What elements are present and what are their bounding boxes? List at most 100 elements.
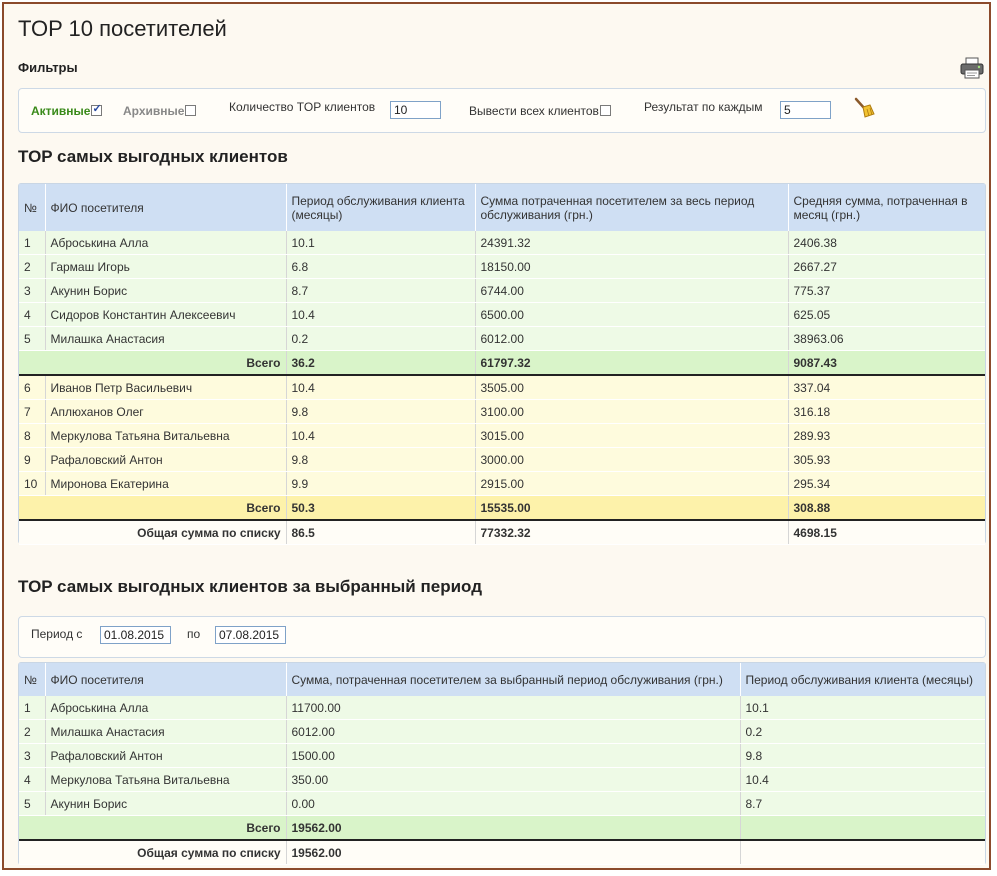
monthly-average: 775.37 xyxy=(788,278,985,303)
col-header-number: № xyxy=(19,663,46,696)
total-sum: 19562.00 xyxy=(286,840,741,865)
per-result-input[interactable] xyxy=(780,101,831,119)
col-header-avg: Средняя сумма, потраченная в месяц (грн.… xyxy=(788,184,985,231)
period-panel: Период с по xyxy=(18,616,986,658)
table-row: 1 Аброськина Алла 11700.00 10.1 xyxy=(19,696,985,720)
filters-heading: Фильтры xyxy=(18,60,78,75)
total-label: Всего xyxy=(19,815,287,841)
table-header-row: № ФИО посетителя Период обслуживания кли… xyxy=(19,184,985,231)
archive-checkbox[interactable] xyxy=(185,105,197,116)
row-number: 4 xyxy=(19,302,46,327)
period-to-label: по xyxy=(187,627,201,641)
service-period: 10.1 xyxy=(286,231,476,255)
client-name: Миронова Екатерина xyxy=(45,471,287,496)
period-spent: 11700.00 xyxy=(286,696,741,720)
total-avg: 9087.43 xyxy=(788,350,985,376)
group-total-row: Всего 36.2 61797.32 9087.43 xyxy=(19,350,985,376)
service-period: 10.4 xyxy=(740,767,985,792)
show-all-label: Вывести всех клиентов xyxy=(469,104,599,118)
service-period: 10.4 xyxy=(286,375,476,400)
archive-filter[interactable]: Архивные xyxy=(123,104,197,118)
total-spent: 3505.00 xyxy=(475,375,789,400)
total-period: 50.3 xyxy=(286,495,476,521)
total-label: Всего xyxy=(19,495,287,521)
client-name: Гармаш Игорь xyxy=(45,254,287,279)
monthly-average: 2406.38 xyxy=(788,231,985,255)
row-number: 10 xyxy=(19,471,46,496)
total-spent: 24391.32 xyxy=(475,231,789,255)
service-period: 10.4 xyxy=(286,423,476,448)
total-avg: 4698.15 xyxy=(788,520,985,545)
section-period-clients-title: TOP самых выгодных клиентов за выбранный… xyxy=(18,577,482,596)
period-from-input[interactable] xyxy=(100,626,171,644)
service-period: 9.9 xyxy=(286,471,476,496)
table-row: 2 Милашка Анастасия 6012.00 0.2 xyxy=(19,719,985,744)
monthly-average: 38963.06 xyxy=(788,326,985,351)
client-name: Меркулова Татьяна Витальевна xyxy=(45,767,287,792)
period-spent: 350.00 xyxy=(286,767,741,792)
active-filter[interactable]: Активные xyxy=(31,102,103,118)
row-number: 2 xyxy=(19,719,46,744)
service-period: 0.2 xyxy=(740,719,985,744)
col-header-number: № xyxy=(19,184,46,231)
row-number: 3 xyxy=(19,743,46,768)
printer-icon[interactable] xyxy=(959,56,985,80)
period-to-input[interactable] xyxy=(215,626,286,644)
client-name: Меркулова Татьяна Витальевна xyxy=(45,423,287,448)
table-row: 2 Гармаш Игорь 6.8 18150.00 2667.27 xyxy=(19,254,985,279)
total-sum: 61797.32 xyxy=(475,350,789,376)
period-clients-table: № ФИО посетителя Сумма, потраченная посе… xyxy=(19,663,985,865)
group-total-row: Всего 50.3 15535.00 308.88 xyxy=(19,495,985,521)
row-number: 2 xyxy=(19,254,46,279)
total-spent: 2915.00 xyxy=(475,471,789,496)
monthly-average: 295.34 xyxy=(788,471,985,496)
active-checkbox[interactable] xyxy=(91,102,103,116)
service-period: 10.4 xyxy=(286,302,476,327)
col-header-name: ФИО посетителя xyxy=(45,663,287,696)
col-header-period: Период обслуживания клиента (месяцы) xyxy=(740,663,985,696)
total-avg: 308.88 xyxy=(788,495,985,521)
grand-total-row: Общая сумма по списку 86.5 77332.32 4698.15 xyxy=(19,520,985,545)
total-label: Всего xyxy=(19,350,287,376)
table-row: 1 Аброськина Алла 10.1 24391.32 2406.38 xyxy=(19,231,985,255)
table-row: 6 Иванов Петр Васильевич 10.4 3505.00 337.04 xyxy=(19,375,985,400)
service-period: 10.1 xyxy=(740,696,985,720)
client-name: Акунин Борис xyxy=(45,278,287,303)
client-name: Рафаловский Антон xyxy=(45,447,287,472)
client-name: Рафаловский Антон xyxy=(45,743,287,768)
top-count-input[interactable] xyxy=(390,101,441,119)
total-spent: 3015.00 xyxy=(475,423,789,448)
total-period: 36.2 xyxy=(286,350,476,376)
archive-filter-label: Архивные xyxy=(123,104,185,118)
total-spent: 3100.00 xyxy=(475,399,789,424)
col-header-name: ФИО посетителя xyxy=(45,184,287,231)
total-spent: 6500.00 xyxy=(475,302,789,327)
broom-icon[interactable] xyxy=(853,97,875,119)
total-sum: 15535.00 xyxy=(475,495,789,521)
top-clients-table: № ФИО посетителя Период обслуживания кли… xyxy=(19,184,985,545)
service-period: 9.8 xyxy=(286,447,476,472)
total-spent: 18150.00 xyxy=(475,254,789,279)
table-row: 8 Меркулова Татьяна Витальевна 10.4 3015.00… xyxy=(19,423,985,448)
monthly-average: 337.04 xyxy=(788,375,985,400)
show-all-checkbox[interactable] xyxy=(599,105,611,116)
total-spent: 6012.00 xyxy=(475,326,789,351)
per-result-label: Результат по каждым xyxy=(644,100,763,114)
row-number: 1 xyxy=(19,696,46,720)
service-period: 0.2 xyxy=(286,326,476,351)
row-number: 8 xyxy=(19,423,46,448)
total-label: Общая сумма по списку xyxy=(19,840,287,865)
show-all-filter[interactable]: Вывести всех клиентов xyxy=(469,104,611,118)
table-row: 9 Рафаловский Антон 9.8 3000.00 305.93 xyxy=(19,447,985,472)
service-period: 6.8 xyxy=(286,254,476,279)
total-sum: 19562.00 xyxy=(286,815,741,841)
row-number: 5 xyxy=(19,326,46,351)
row-number: 5 xyxy=(19,791,46,816)
row-number: 6 xyxy=(19,375,46,400)
period-spent: 0.00 xyxy=(286,791,741,816)
row-number: 4 xyxy=(19,767,46,792)
top-count-label: Количество TOP клиентов xyxy=(229,100,376,114)
total-period xyxy=(740,815,985,841)
page-frame: TOP 10 посетителей Фильтры Активные Архи… xyxy=(2,2,991,870)
service-period: 9.8 xyxy=(740,743,985,768)
